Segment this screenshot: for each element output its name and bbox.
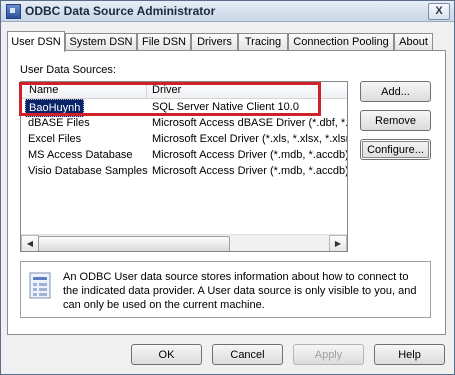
tab-tracing[interactable]: Tracing — [238, 33, 288, 51]
tab-drivers[interactable]: Drivers — [191, 33, 238, 51]
list-item-name: dBASE Files — [28, 117, 90, 129]
list-item-driver: Microsoft Access Driver (*.mdb, *.accdb) — [152, 149, 348, 161]
info-box: An ODBC User data source stores informat… — [20, 261, 431, 318]
add-button[interactable]: Add... — [360, 81, 431, 102]
dialog-footer: OK Cancel Apply Help — [1, 338, 454, 374]
ok-button[interactable]: OK — [131, 344, 202, 365]
tab-file-dsn[interactable]: File DSN — [137, 33, 191, 51]
help-button[interactable]: Help — [374, 344, 445, 365]
list-item[interactable]: Visio Database Samples Microsoft Access … — [21, 163, 347, 179]
info-text: An ODBC User data source stores informat… — [63, 271, 417, 311]
annotation-highlight-box — [19, 82, 321, 116]
tab-connection-pooling[interactable]: Connection Pooling — [288, 33, 394, 51]
tab-about[interactable]: About — [394, 33, 433, 51]
cancel-button[interactable]: Cancel — [212, 344, 283, 365]
data-source-icon — [29, 272, 51, 299]
list-item-name: MS Access Database — [28, 149, 133, 161]
scroll-left-arrow-icon[interactable]: ◀ — [21, 235, 39, 251]
list-item-name: Excel Files — [28, 133, 82, 145]
apply-button: Apply — [293, 344, 364, 365]
list-item-driver: Microsoft Access Driver (*.mdb, *.accdb) — [152, 165, 348, 177]
list-item-driver: Microsoft Access dBASE Driver (*.dbf, *.… — [152, 117, 348, 129]
tab-system-dsn[interactable]: System DSN — [65, 33, 137, 51]
remove-button[interactable]: Remove — [360, 110, 431, 131]
close-button[interactable]: X — [428, 3, 450, 20]
list-item[interactable]: dBASE Files Microsoft Access dBASE Drive… — [21, 115, 347, 131]
scroll-right-arrow-icon[interactable]: ▶ — [329, 235, 347, 251]
title-bar[interactable]: ODBC Data Source Administrator X — [1, 1, 454, 22]
list-item-name: Visio Database Samples — [28, 165, 148, 177]
user-data-sources-label: User Data Sources: — [20, 64, 116, 76]
configure-button[interactable]: Configure... — [360, 139, 431, 160]
list-item-driver: Microsoft Excel Driver (*.xls, *.xlsx, *… — [152, 133, 348, 145]
list-item[interactable]: Excel Files Microsoft Excel Driver (*.xl… — [21, 131, 347, 147]
list-item[interactable]: MS Access Database Microsoft Access Driv… — [21, 147, 347, 163]
scrollbar-thumb[interactable] — [38, 236, 230, 251]
tab-user-dsn[interactable]: User DSN — [7, 31, 65, 52]
odbc-app-icon — [6, 4, 21, 19]
odbc-admin-window: ODBC Data Source Administrator X User DS… — [0, 0, 455, 375]
window-title: ODBC Data Source Administrator — [25, 4, 216, 18]
horizontal-scrollbar[interactable]: ◀ ▶ — [21, 234, 347, 251]
